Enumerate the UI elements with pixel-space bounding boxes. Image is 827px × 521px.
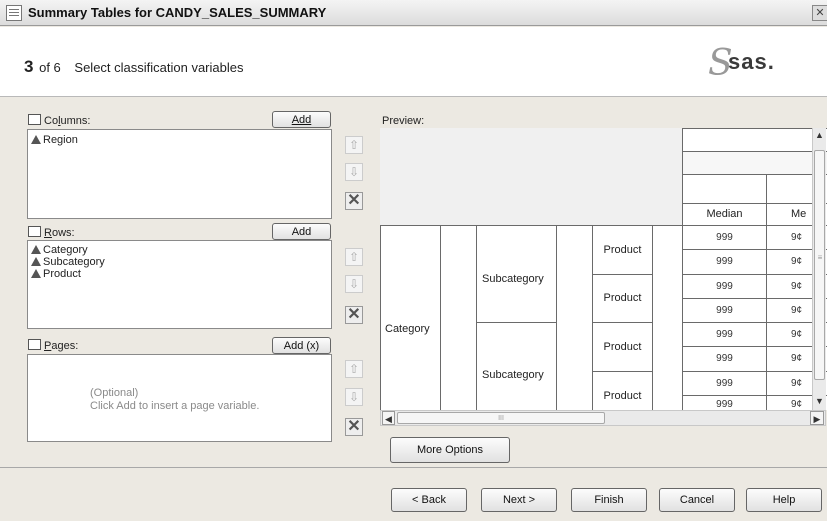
move-up-button[interactable]: ⇧ [345, 360, 363, 378]
character-variable-icon [31, 135, 41, 144]
columns-add-button[interactable]: Add [272, 111, 331, 128]
row-header-product: Product [592, 225, 653, 275]
scroll-up-arrow-icon[interactable]: ▲ [813, 128, 826, 142]
table-icon [6, 5, 22, 21]
columns-icon [28, 114, 41, 125]
step-total: of 6 [39, 60, 61, 75]
move-down-button[interactable]: ⇩ [345, 388, 363, 406]
header-cell-region [682, 128, 827, 152]
character-variable-icon [31, 245, 41, 254]
finish-button[interactable]: Finish [571, 488, 647, 512]
list-item[interactable]: Region [31, 134, 78, 146]
row-header-subcategory: Subcategory [476, 225, 557, 323]
wizard-header: 3 of 6 Select classification variables S… [0, 27, 827, 97]
step-indicator: 3 of 6 Select classification variables [24, 57, 243, 77]
row-header-product: Product [592, 371, 653, 410]
row-header-category: Category [380, 225, 441, 410]
list-item[interactable]: Category [31, 244, 88, 256]
preview-vertical-scrollbar[interactable]: ▲ ≡ ▼ [812, 128, 826, 410]
rows-add-button[interactable]: Add [272, 223, 331, 240]
scroll-left-arrow-icon[interactable]: ◀ [382, 411, 395, 425]
move-up-button[interactable]: ⇧ [345, 136, 363, 154]
more-options-button[interactable]: More Options [390, 437, 510, 463]
title-bar: Summary Tables for CANDY_SALES_SUMMARY ✕ [0, 0, 827, 26]
character-variable-icon [31, 269, 41, 278]
data-cell: 999 [682, 346, 767, 372]
row-header-product: Product [592, 274, 653, 323]
character-variable-icon [31, 257, 41, 266]
header-cell [682, 174, 767, 204]
preview-table: Median Me Category Subcategory Subcatego… [380, 128, 827, 410]
row-header-blank [652, 225, 683, 410]
vertical-scroll-thumb[interactable]: ≡ [814, 150, 825, 380]
horizontal-scroll-thumb[interactable]: III [397, 412, 605, 424]
move-down-button[interactable]: ⇩ [345, 275, 363, 293]
row-header-blank [440, 225, 477, 410]
next-button[interactable]: Next > [481, 488, 557, 512]
step-title: Select classification variables [74, 60, 244, 75]
move-up-button[interactable]: ⇧ [345, 248, 363, 266]
close-window-button[interactable]: ✕ [812, 5, 827, 21]
pages-add-button[interactable]: Add (x) [272, 337, 331, 354]
window-title: Summary Tables for CANDY_SALES_SUMMARY [28, 5, 327, 20]
row-header-product: Product [592, 322, 653, 372]
remove-button[interactable]: ✕ [345, 306, 363, 324]
stat-header-median: Median [682, 203, 767, 226]
data-cell: 999 [682, 298, 767, 323]
row-header-subcategory: Subcategory [476, 322, 557, 410]
pages-icon [28, 339, 41, 350]
footer-divider [0, 467, 827, 468]
rows-label: Rows: [28, 226, 75, 239]
data-cell: 999 [682, 395, 767, 410]
rows-list[interactable]: Category Subcategory Product [27, 240, 332, 329]
scroll-right-arrow-icon[interactable]: ▶ [810, 411, 824, 425]
remove-button[interactable]: ✕ [345, 418, 363, 436]
preview-horizontal-scrollbar[interactable]: ◀ III ▶ [380, 410, 826, 426]
data-cell: 999 [682, 249, 767, 275]
step-number: 3 [24, 57, 34, 76]
row-header-blank [556, 225, 593, 410]
pages-list[interactable]: (Optional) Click Add to insert a page va… [27, 354, 332, 442]
help-button[interactable]: Help [746, 488, 822, 512]
columns-label: Columns: [28, 114, 90, 127]
preview-label: Preview: [382, 115, 425, 127]
data-cell: 999 [682, 371, 767, 396]
list-item[interactable]: Product [31, 268, 81, 280]
back-button[interactable]: < Back [391, 488, 467, 512]
data-cell: 999 [682, 274, 767, 299]
data-cell: 999 [682, 322, 767, 347]
move-down-button[interactable]: ⇩ [345, 163, 363, 181]
cancel-button[interactable]: Cancel [659, 488, 735, 512]
header-cell-region-value [682, 151, 827, 175]
pages-label: Pages: [28, 339, 78, 352]
rows-icon [28, 226, 41, 237]
scroll-down-arrow-icon[interactable]: ▼ [813, 394, 826, 408]
data-cell: 999 [682, 225, 767, 250]
columns-list[interactable]: Region [27, 129, 332, 219]
remove-button[interactable]: ✕ [345, 192, 363, 210]
pages-placeholder: (Optional) Click Add to insert a page va… [90, 387, 260, 412]
sas-logo: S sas. [708, 43, 775, 84]
list-item[interactable]: Subcategory [31, 256, 105, 268]
